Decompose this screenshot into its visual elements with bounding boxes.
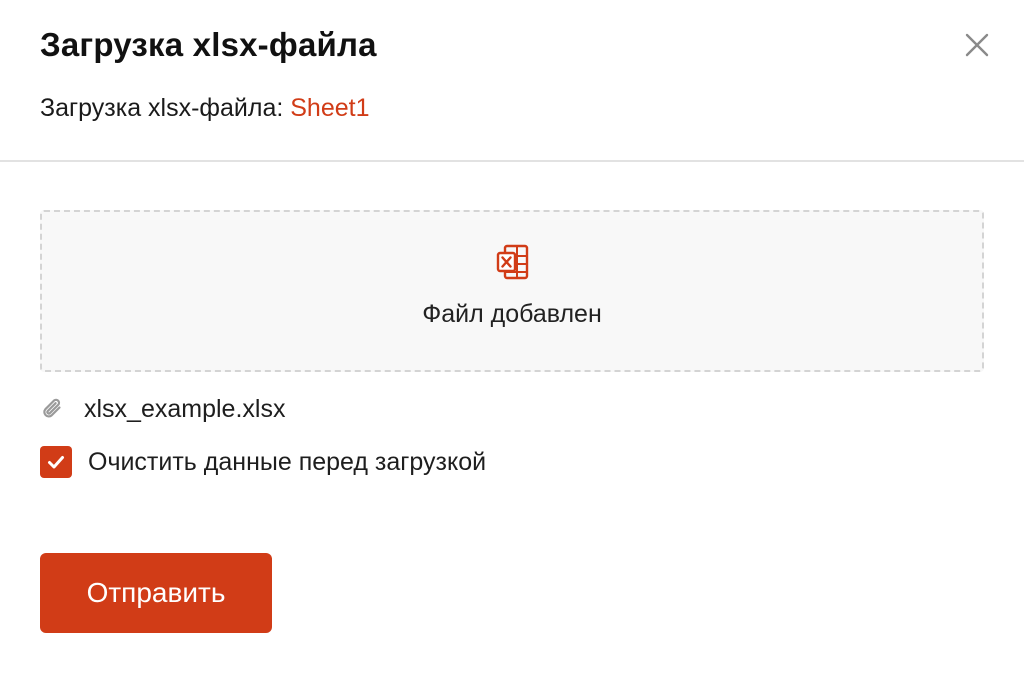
clear-data-option[interactable]: Очистить данные перед загрузкой (40, 446, 486, 478)
checkmark-icon (48, 456, 64, 469)
clear-data-label: Очистить данные перед загрузкой (88, 447, 487, 476)
dialog-header: Загрузка xlsx-файла Загрузка xlsx-файла:… (0, 0, 1024, 162)
sheet-name[interactable]: Sheet1 (290, 94, 369, 122)
subtitle-prefix: Загрузка xlsx-файла: (40, 94, 291, 122)
attached-file: xlsx_example.xlsx (40, 392, 285, 426)
file-name: xlsx_example.xlsx (84, 394, 286, 423)
dialog-title: Загрузка xlsx-файла (40, 26, 377, 63)
paperclip-icon (43, 398, 61, 418)
submit-button[interactable]: Отправить (40, 553, 272, 633)
close-icon (965, 33, 989, 57)
close-button[interactable] (962, 30, 992, 60)
clear-data-checkbox[interactable] (40, 446, 72, 478)
dialog-subtitle: Загрузка xlsx-файла: Sheet1 (40, 94, 370, 123)
excel-file-icon (496, 244, 529, 280)
file-dropzone[interactable]: Файл добавлен (40, 210, 984, 372)
dropzone-status: Файл добавлен (422, 300, 602, 328)
upload-dialog: Загрузка xlsx-файла Загрузка xlsx-файла:… (0, 0, 1024, 674)
